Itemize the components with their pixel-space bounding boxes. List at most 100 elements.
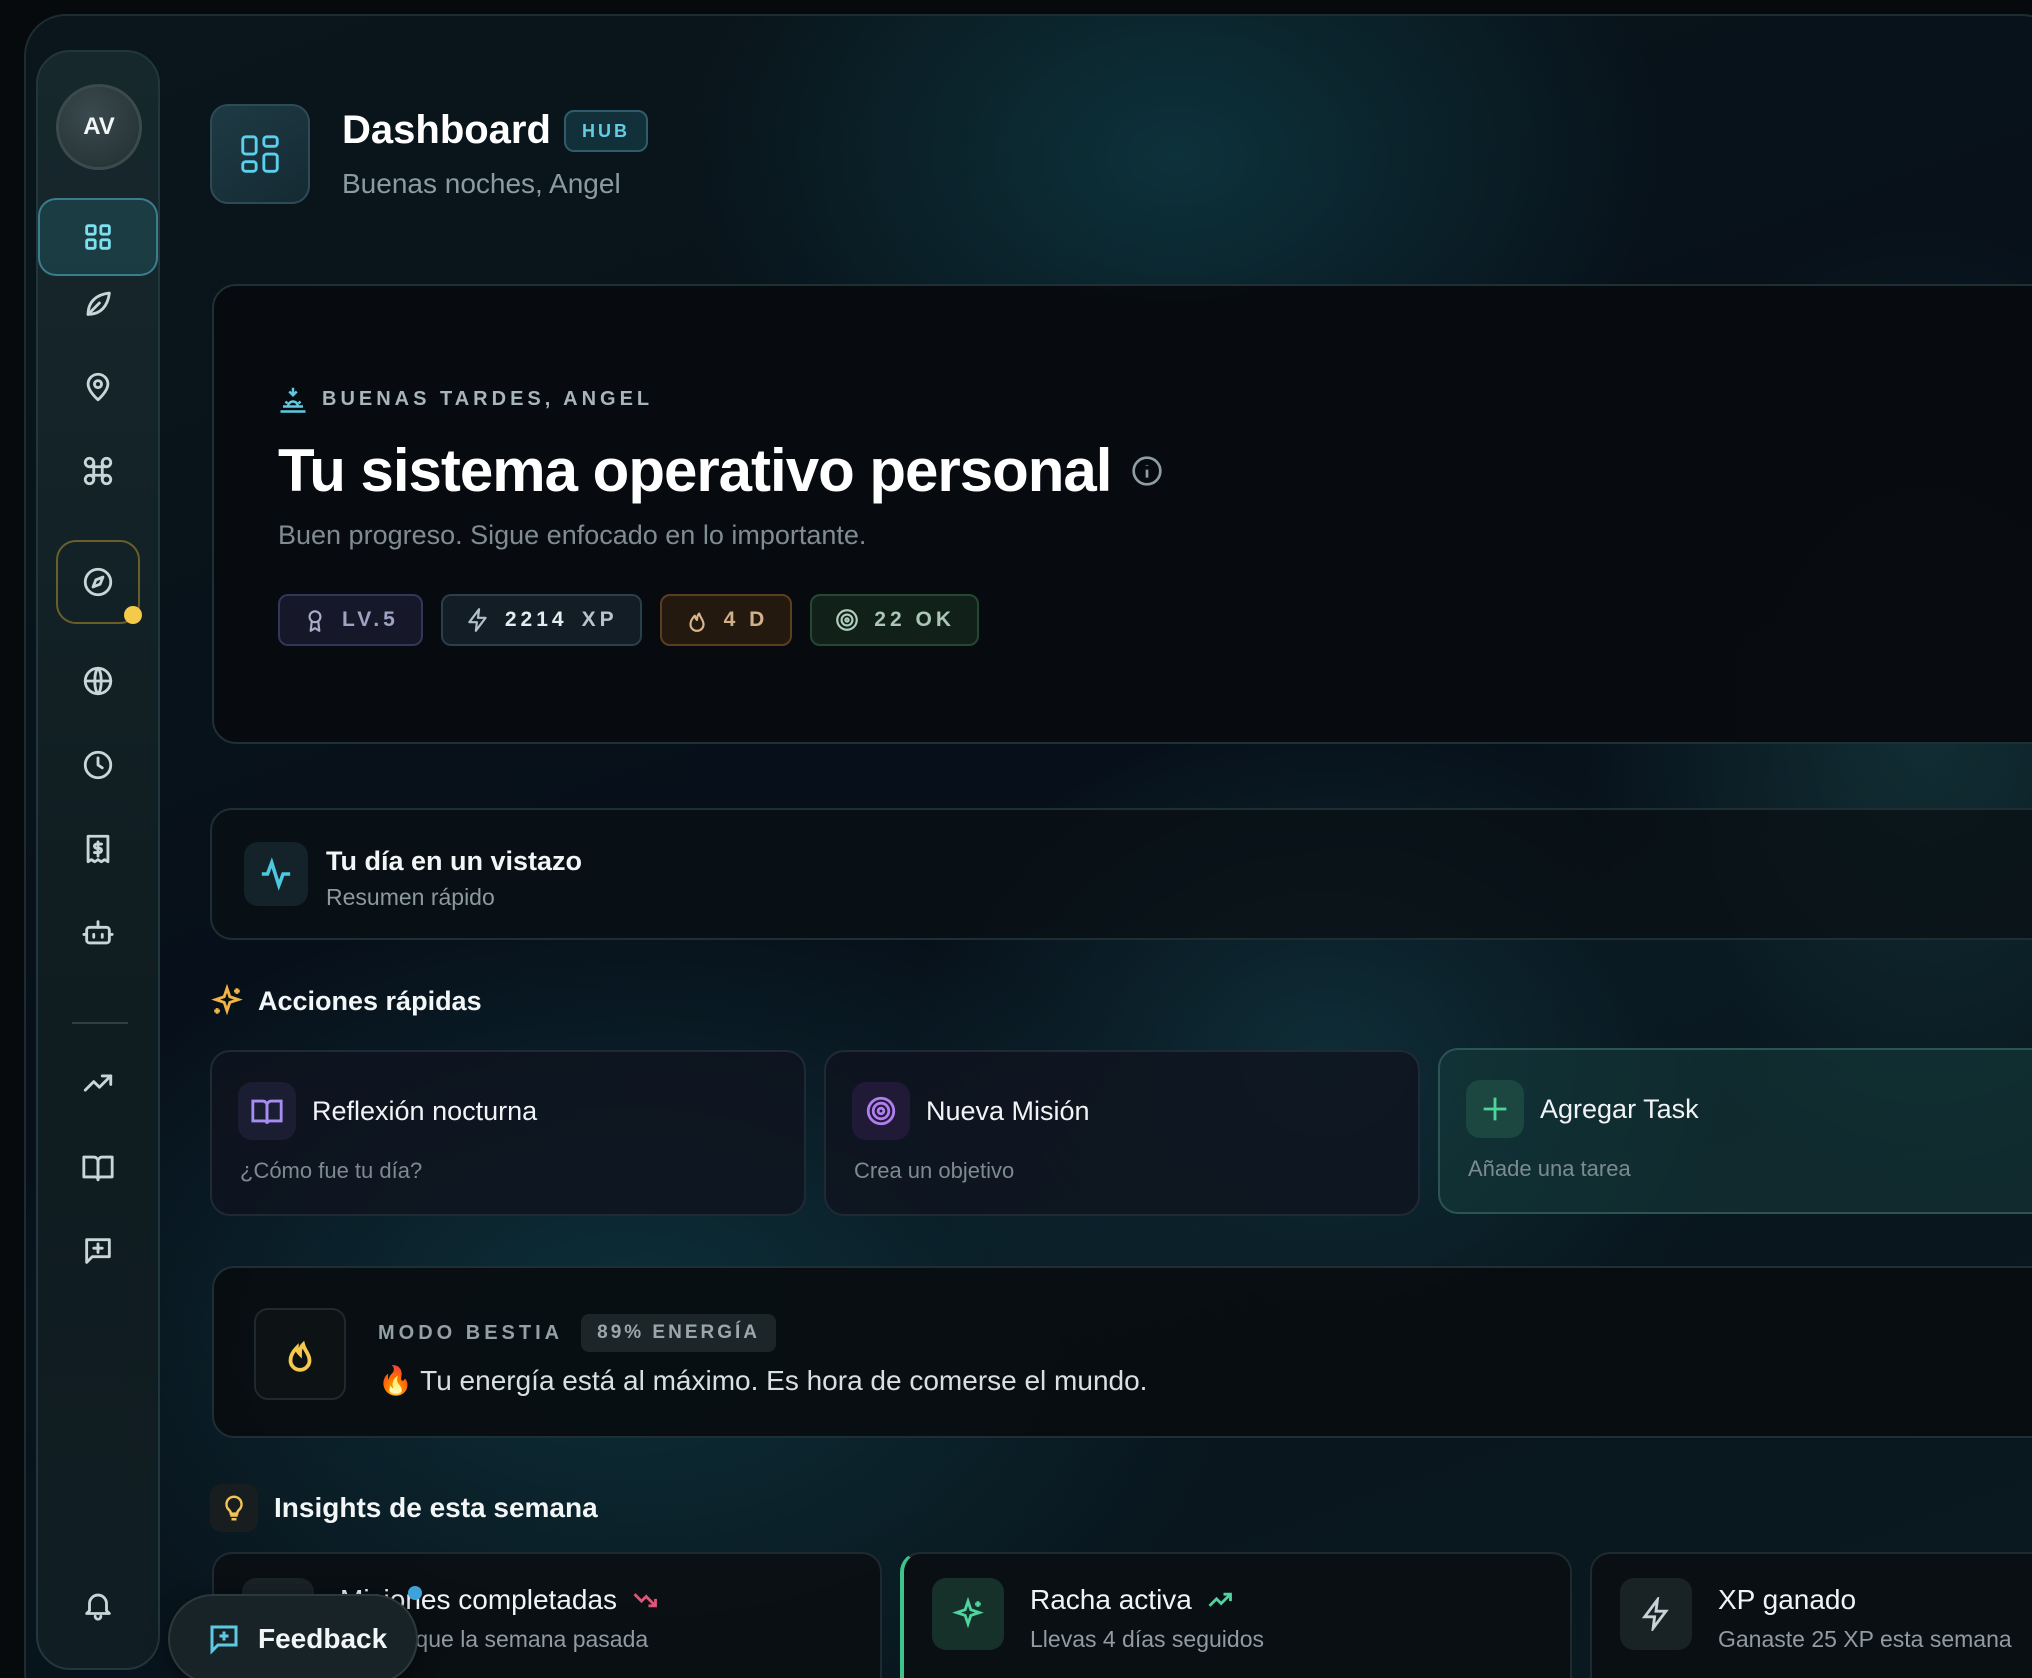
completed-badge: 22 OK <box>810 594 979 646</box>
day-summary-card[interactable]: Tu día en un vistazo Resumen rápido <box>210 808 2032 940</box>
award-icon <box>308 610 322 632</box>
beast-mode-header: MODO BESTIA 89% ENERGÍA <box>378 1314 776 1352</box>
sidebar-item-finance[interactable] <box>56 812 140 886</box>
quick-action-subtitle: Crea un objetivo <box>854 1158 1015 1183</box>
sidebar-item-assistant[interactable] <box>56 896 140 970</box>
xp-unit: XP <box>581 608 618 631</box>
plus-icon <box>1483 1097 1507 1121</box>
hero-title-text: Tu sistema operativo personal <box>278 437 1112 504</box>
flame-icon <box>288 1340 312 1372</box>
sidebar-item-dashboard[interactable] <box>38 198 158 276</box>
beast-mode-card: MODO BESTIA 89% ENERGÍA 🔥 Tu energía est… <box>212 1266 2032 1438</box>
level-badge: LV.5 <box>278 594 423 646</box>
sidebar-divider <box>72 1022 128 1024</box>
quick-action-reflection[interactable]: Reflexión nocturna ¿Cómo fue tu día? <box>210 1050 806 1216</box>
quick-actions-heading: Acciones rápidas <box>210 984 482 1018</box>
flame-icon <box>689 612 705 632</box>
avatar[interactable]: AV <box>56 84 142 170</box>
hero-title: Tu sistema operativo personal <box>278 436 1163 505</box>
beast-mode-label: MODO BESTIA <box>378 1321 564 1344</box>
sidebar-item-explore[interactable] <box>56 540 142 624</box>
book-open-icon <box>251 1099 283 1125</box>
streak-value: 4 D <box>723 608 769 631</box>
quick-action-subtitle: ¿Cómo fue tu día? <box>240 1158 423 1183</box>
trending-up-icon <box>1208 1592 1232 1607</box>
bolt-icon <box>468 608 487 632</box>
streak-badge: 4 D <box>659 594 793 646</box>
day-summary-subtitle: Resumen rápido <box>326 884 495 910</box>
sidebar-item-notifications[interactable] <box>56 1568 140 1642</box>
beast-mode-message: 🔥 Tu energía está al máximo. Es hora de … <box>378 1365 1148 1396</box>
lightbulb-icon-tile <box>210 1484 258 1532</box>
hero-greeting: BUENAS TARDES, ANGEL <box>322 387 654 410</box>
feedback-button[interactable]: Feedback <box>168 1594 418 1678</box>
bot-icon <box>82 920 114 945</box>
sidebar-item-journal[interactable] <box>56 1130 140 1204</box>
feedback-label: Feedback <box>258 1623 388 1654</box>
insight-title-text: XP ganado <box>1718 1584 1857 1615</box>
quick-action-title: Nueva Misión <box>926 1096 1090 1126</box>
sidebar-item-command[interactable] <box>56 434 140 508</box>
grid-icon <box>85 224 111 250</box>
quick-action-title: Reflexión nocturna <box>312 1096 538 1126</box>
insight-title: Racha activa <box>1030 1584 1234 1616</box>
hero-subtitle: Buen progreso. Sigue enfocado en lo impo… <box>278 520 867 550</box>
level-value: LV.5 <box>342 608 399 631</box>
sparkles-icon <box>211 984 243 1016</box>
activity-icon <box>261 857 291 891</box>
sparkles-icon <box>952 1597 984 1629</box>
leaf-icon <box>86 291 111 316</box>
map-pin-icon <box>86 372 110 402</box>
sidebar-item-leaf[interactable] <box>56 266 140 340</box>
xp-value: 2214 <box>504 608 568 631</box>
xp-badge: 2214 XP <box>440 594 642 646</box>
quick-action-subtitle: Añade una tarea <box>1468 1156 1631 1181</box>
bolt-icon <box>1641 1597 1669 1631</box>
page-title: Dashboard <box>342 108 551 152</box>
insight-subtitle: Ganaste 25 XP esta semana <box>1718 1626 2012 1652</box>
activity-icon-tile <box>244 842 308 906</box>
grid-icon <box>241 135 279 173</box>
trending-down-icon <box>633 1593 657 1608</box>
trending-up-icon <box>83 1074 113 1092</box>
feedback-indicator-dot <box>408 1586 422 1600</box>
insight-subtitle: Llevas 4 días seguidos <box>1030 1626 1264 1652</box>
sidebar-item-globe[interactable] <box>56 644 140 718</box>
hero-kicker: BUENAS TARDES, ANGEL <box>278 384 653 414</box>
target-icon-tile <box>852 1082 910 1140</box>
insights-heading: Insights de esta semana <box>210 1484 598 1532</box>
quick-action-new-mission[interactable]: Nueva Misión Crea un objetivo <box>824 1050 1420 1216</box>
avatar-initials: AV <box>83 113 115 140</box>
info-icon[interactable] <box>1131 455 1163 487</box>
sidebar: AV <box>36 50 160 1670</box>
globe-icon <box>83 666 113 696</box>
sunset-icon <box>280 387 306 413</box>
book-icon-tile <box>238 1082 296 1140</box>
target-icon <box>836 609 859 631</box>
sparkles-icon-tile <box>932 1578 1004 1650</box>
sidebar-item-history[interactable] <box>56 728 140 802</box>
bolt-icon-tile <box>1620 1578 1692 1650</box>
page-subtitle: Buenas noches, Angel <box>342 168 621 199</box>
clock-icon <box>83 750 113 780</box>
insight-xp[interactable]: XP ganado Ganaste 25 XP esta semana <box>1590 1552 2032 1678</box>
notification-dot <box>124 606 142 624</box>
insight-title-text: Racha activa <box>1030 1584 1192 1615</box>
insight-title: XP ganado <box>1718 1584 1856 1616</box>
quick-actions-title: Acciones rápidas <box>258 985 482 1016</box>
stats-row: LV.5 2214 XP 4 D 22 OK <box>278 594 979 646</box>
sidebar-item-location[interactable] <box>56 350 140 424</box>
receipt-dollar-icon <box>86 834 110 864</box>
command-icon <box>83 456 113 486</box>
book-open-icon <box>82 1155 114 1182</box>
plus-icon-tile <box>1466 1080 1524 1138</box>
sidebar-item-stats[interactable] <box>56 1046 140 1120</box>
sidebar-item-feedback[interactable] <box>56 1214 140 1288</box>
quick-action-add-task[interactable]: Agregar Task Añade una tarea <box>1438 1048 2032 1214</box>
hero-card: BUENAS TARDES, ANGEL Tu sistema operativ… <box>212 284 2032 744</box>
dashboard-icon-tile <box>210 104 310 204</box>
message-plus-icon <box>210 1625 238 1655</box>
insight-streak[interactable]: Racha activa Llevas 4 días seguidos <box>900 1552 1572 1678</box>
compass-icon <box>83 567 113 597</box>
hub-badge: HUB <box>564 110 648 152</box>
